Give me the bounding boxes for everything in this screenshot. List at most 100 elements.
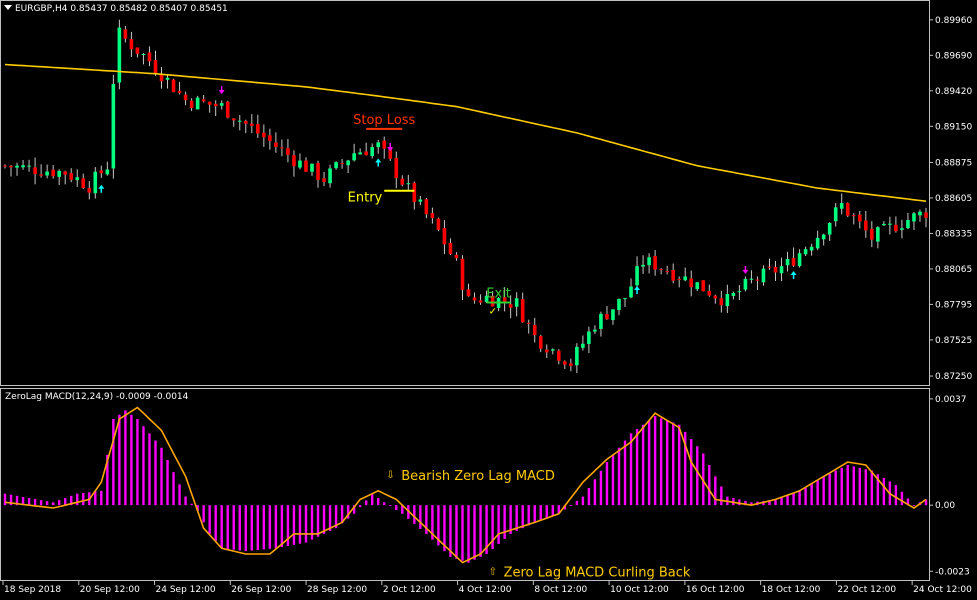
time-tick-label: 24 Sep 12:00	[156, 585, 216, 595]
candle-body	[63, 171, 67, 175]
candle	[171, 78, 176, 93]
macd-histogram-bar	[33, 499, 37, 506]
candle-body	[448, 242, 453, 255]
candle-body	[550, 349, 555, 351]
macd-tick-label: -0.0023	[935, 567, 970, 577]
macd-histogram-bar	[232, 505, 235, 550]
candle-body	[141, 53, 146, 55]
macd-histogram-bar	[671, 422, 675, 506]
candle-body	[641, 264, 645, 267]
candle-body	[430, 213, 435, 219]
macd-histogram-bar	[3, 493, 7, 506]
candle-body	[581, 343, 585, 348]
candle-body	[322, 178, 326, 182]
macd-histogram-bar	[804, 487, 807, 506]
candle-body	[177, 90, 182, 93]
macd-histogram-bar	[358, 505, 362, 508]
time-tick-label: 2 Oct 12:00	[383, 585, 436, 595]
price-tick-label: 0.89690	[935, 51, 972, 61]
candle-body	[87, 188, 92, 193]
macd-histogram-bar	[575, 500, 579, 506]
macd-histogram-bar	[136, 418, 139, 506]
macd-histogram-bar	[226, 505, 229, 549]
candle-body	[900, 228, 904, 230]
macd-histogram-bar	[635, 429, 639, 506]
candle-body	[424, 199, 429, 215]
candle-body	[605, 313, 609, 320]
candle	[225, 100, 230, 119]
candle-body	[563, 361, 567, 365]
candle-body	[779, 266, 784, 274]
candle-body	[725, 294, 730, 307]
macd-histogram-bar	[792, 492, 795, 506]
candle-body	[394, 157, 399, 179]
candle-body	[298, 160, 302, 168]
candle-body	[292, 155, 296, 167]
candle-body	[45, 171, 49, 176]
candle-body	[912, 213, 916, 222]
candle-body	[761, 268, 766, 283]
candle-body	[171, 79, 176, 93]
candle-body	[105, 169, 110, 175]
macd-histogram-bar	[822, 476, 825, 506]
macd-histogram-bar	[912, 505, 916, 506]
candle-body	[815, 237, 820, 249]
macd-histogram-bar	[413, 505, 416, 524]
macd-histogram-bar	[852, 466, 855, 506]
macd-histogram-bar	[45, 501, 49, 506]
candle	[436, 217, 441, 232]
price-tick-label: 0.88065	[935, 265, 972, 275]
macd-histogram-bar	[364, 500, 368, 506]
candle-body	[575, 346, 579, 366]
macd-histogram-bar	[322, 505, 326, 534]
candle-body	[21, 165, 25, 168]
macd-histogram-bar	[581, 496, 585, 506]
candle-body	[436, 218, 441, 230]
candle-body	[857, 214, 862, 222]
macd-histogram-bar	[708, 464, 711, 506]
candle-body	[111, 83, 116, 169]
macd-histogram-bar	[148, 433, 151, 506]
candle-body	[135, 47, 140, 54]
candle-body	[328, 168, 332, 184]
candle-body	[773, 266, 778, 273]
macd-histogram-bar	[184, 496, 187, 506]
candle-body	[629, 286, 633, 298]
time-tick-label: 22 Oct 12:00	[837, 585, 896, 595]
window-title: EURGBP,H4 0.85437 0.85482 0.85407 0.8545…	[4, 4, 228, 14]
candle-body	[243, 120, 248, 124]
macd-histogram-bar	[27, 497, 31, 506]
candle-body	[743, 278, 748, 290]
candle-body	[532, 325, 537, 336]
time-tick-label: 24 Oct 12:00	[913, 585, 972, 595]
macd-histogram-bar	[178, 484, 181, 506]
macd-histogram-bar	[714, 476, 717, 506]
candle-body	[635, 266, 639, 286]
macd-histogram-bar	[304, 505, 308, 543]
candle-body	[189, 100, 194, 108]
macd-histogram-bar	[882, 477, 886, 506]
candle-body	[731, 292, 736, 296]
macd-histogram-bar	[599, 470, 603, 506]
macd-histogram-bar	[786, 495, 789, 506]
candle-body	[665, 271, 669, 273]
candle-body	[827, 223, 832, 235]
price-tick-label: 0.88875	[935, 158, 972, 168]
macd-histogram-bar	[846, 464, 849, 506]
trade-level-label: Stop Loss	[353, 113, 415, 128]
candle-body	[514, 298, 519, 307]
candle-body	[924, 212, 928, 218]
candle-body	[599, 313, 603, 329]
macd-histogram-bar	[63, 497, 67, 506]
candle-body	[340, 163, 344, 165]
macd-annotation: ⇧ Zero Lag MACD Curling Back	[489, 566, 691, 581]
candle-body	[27, 165, 31, 167]
macd-histogram-bar	[503, 505, 506, 539]
candle-body	[9, 165, 13, 168]
macd-histogram-bar	[298, 505, 302, 544]
candle-body	[454, 254, 459, 259]
trade-level-label: Exit	[486, 286, 511, 301]
candle-body	[213, 103, 218, 107]
macd-histogram-bar	[274, 505, 278, 549]
candle-body	[382, 140, 387, 149]
